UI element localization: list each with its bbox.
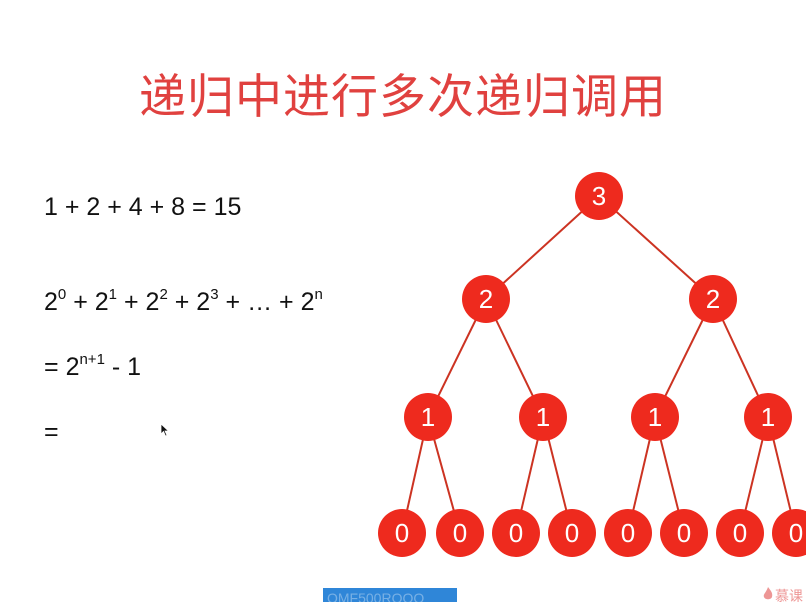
tree-node-label: 2 [706, 284, 720, 314]
tree-node: 2 [689, 275, 737, 323]
brand-logo: 慕课 [762, 586, 806, 602]
tree-node-label: 0 [453, 518, 467, 548]
tree-node: 0 [492, 509, 540, 557]
tree-node-label: 0 [677, 518, 691, 548]
tree-node-label: 0 [509, 518, 523, 548]
tree-node-label: 1 [421, 402, 435, 432]
flame-icon [763, 587, 773, 600]
tree-node: 1 [631, 393, 679, 441]
tree-node-label: 3 [592, 181, 606, 211]
tree-node: 0 [548, 509, 596, 557]
tree-nodes: 3 2 2 1 1 1 1 0 0 0 0 0 0 0 0 [378, 172, 806, 557]
tree-node: 0 [772, 509, 806, 557]
tree-node: 2 [462, 275, 510, 323]
tree-node-label: 1 [648, 402, 662, 432]
tree-node-label: 0 [621, 518, 635, 548]
tree-node-label: 2 [479, 284, 493, 314]
tree-node: 0 [604, 509, 652, 557]
tree-node: 0 [436, 509, 484, 557]
tree-node: 1 [519, 393, 567, 441]
tree-node: 3 [575, 172, 623, 220]
tree-node-label: 0 [789, 518, 803, 548]
tree-node-label: 0 [733, 518, 747, 548]
tree-node-label: 0 [565, 518, 579, 548]
tree-node: 0 [660, 509, 708, 557]
tree-node: 1 [744, 393, 792, 441]
tree-node-label: 1 [536, 402, 550, 432]
tree-node: 1 [404, 393, 452, 441]
tree-edges [401, 195, 797, 534]
video-watermark-strip: OMF500ROOO [323, 588, 457, 602]
watermark-strip-text: OMF500ROOO [327, 590, 425, 602]
tree-node-label: 1 [761, 402, 775, 432]
tree-node: 0 [378, 509, 426, 557]
tree-node-label: 0 [395, 518, 409, 548]
recursion-tree: 3 2 2 1 1 1 1 0 0 0 0 0 0 0 0 [378, 172, 806, 557]
logo-text: 慕课 [775, 589, 803, 602]
tree-node: 0 [716, 509, 764, 557]
